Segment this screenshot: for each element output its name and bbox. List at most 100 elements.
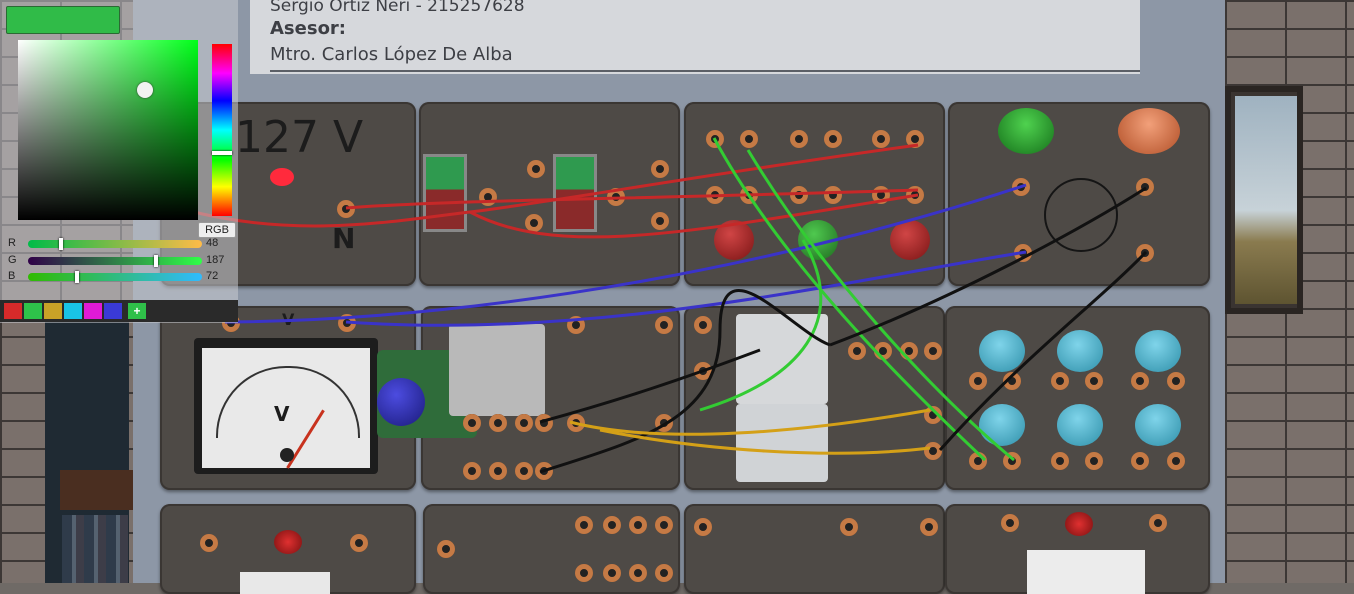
hue-slider[interactable] bbox=[212, 44, 232, 216]
terminal[interactable] bbox=[924, 442, 942, 460]
terminal[interactable] bbox=[651, 212, 669, 230]
terminal[interactable] bbox=[740, 186, 758, 204]
terminal[interactable] bbox=[1003, 372, 1021, 390]
terminal[interactable] bbox=[603, 564, 621, 582]
terminal[interactable] bbox=[924, 406, 942, 424]
cyan-selector[interactable] bbox=[979, 404, 1025, 446]
neutral-terminal[interactable] bbox=[337, 200, 355, 218]
terminal[interactable] bbox=[1003, 452, 1021, 470]
terminal[interactable] bbox=[1085, 372, 1103, 390]
terminal[interactable] bbox=[655, 414, 673, 432]
cyan-selector[interactable] bbox=[979, 330, 1025, 372]
terminal[interactable] bbox=[1136, 178, 1154, 196]
red-pushbutton[interactable] bbox=[714, 220, 754, 260]
terminal[interactable] bbox=[463, 462, 481, 480]
terminal[interactable] bbox=[872, 130, 890, 148]
terminal[interactable] bbox=[900, 342, 918, 360]
red-pushbutton[interactable] bbox=[890, 220, 930, 260]
terminal[interactable] bbox=[824, 130, 842, 148]
selector-switches-module[interactable] bbox=[945, 306, 1210, 490]
terminal[interactable] bbox=[607, 188, 625, 206]
relay-module-3[interactable] bbox=[684, 504, 945, 594]
terminal[interactable] bbox=[824, 186, 842, 204]
red-reset-button[interactable] bbox=[274, 530, 302, 554]
terminal[interactable] bbox=[1014, 244, 1032, 262]
terminal[interactable] bbox=[489, 462, 507, 480]
contactor-module-3[interactable] bbox=[423, 504, 680, 594]
terminal[interactable] bbox=[848, 342, 866, 360]
terminal[interactable] bbox=[706, 130, 724, 148]
color-mode-button[interactable]: RGB bbox=[198, 222, 236, 238]
start-stop-button-1[interactable] bbox=[423, 154, 467, 232]
terminal[interactable] bbox=[1085, 452, 1103, 470]
palette-swatch[interactable] bbox=[44, 303, 62, 319]
pilot-lights-module[interactable] bbox=[948, 102, 1210, 286]
terminal[interactable] bbox=[603, 516, 621, 534]
current-color-swatch[interactable] bbox=[6, 6, 120, 34]
hue-slider-handle[interactable] bbox=[212, 151, 232, 155]
terminal[interactable] bbox=[969, 452, 987, 470]
blue-channel-slider[interactable] bbox=[28, 273, 202, 281]
red-reset-button[interactable] bbox=[1065, 512, 1093, 536]
add-color-button[interactable]: + bbox=[128, 303, 146, 319]
terminal[interactable] bbox=[655, 516, 673, 534]
terminal[interactable] bbox=[969, 372, 987, 390]
terminal[interactable] bbox=[790, 186, 808, 204]
terminal[interactable] bbox=[515, 462, 533, 480]
terminal[interactable] bbox=[1051, 452, 1069, 470]
terminal[interactable] bbox=[525, 214, 543, 232]
terminal[interactable] bbox=[575, 564, 593, 582]
terminal[interactable] bbox=[629, 516, 647, 534]
palette-swatch[interactable] bbox=[64, 303, 82, 319]
terminal[interactable] bbox=[535, 414, 553, 432]
terminal[interactable] bbox=[1167, 372, 1185, 390]
terminal[interactable] bbox=[651, 160, 669, 178]
palette-swatch[interactable] bbox=[84, 303, 102, 319]
terminal[interactable] bbox=[437, 540, 455, 558]
saturation-value-handle[interactable] bbox=[137, 82, 153, 98]
terminal[interactable] bbox=[872, 186, 890, 204]
saturation-value-field[interactable] bbox=[18, 40, 198, 220]
motor-starter-module[interactable] bbox=[377, 306, 680, 490]
terminal[interactable] bbox=[350, 534, 368, 552]
cyan-selector[interactable] bbox=[1135, 404, 1181, 446]
terminal[interactable] bbox=[515, 414, 533, 432]
green-pushbutton[interactable] bbox=[798, 220, 838, 260]
terminal[interactable] bbox=[920, 518, 938, 536]
overload-module[interactable] bbox=[945, 504, 1210, 594]
terminal[interactable] bbox=[575, 516, 593, 534]
terminal[interactable] bbox=[1131, 452, 1149, 470]
terminal[interactable] bbox=[200, 534, 218, 552]
terminal[interactable] bbox=[655, 564, 673, 582]
palette-swatch[interactable] bbox=[24, 303, 42, 319]
cyan-selector[interactable] bbox=[1057, 404, 1103, 446]
cyan-selector[interactable] bbox=[1135, 330, 1181, 372]
red-channel-slider[interactable] bbox=[28, 240, 202, 248]
terminal[interactable] bbox=[694, 316, 712, 334]
terminal[interactable] bbox=[1012, 178, 1030, 196]
palette-swatch[interactable] bbox=[4, 303, 22, 319]
red-channel-handle[interactable] bbox=[58, 238, 63, 250]
terminal[interactable] bbox=[527, 160, 545, 178]
terminal[interactable] bbox=[906, 186, 924, 204]
palette-swatch[interactable] bbox=[104, 303, 122, 319]
terminal[interactable] bbox=[1167, 452, 1185, 470]
terminal[interactable] bbox=[567, 414, 585, 432]
terminal[interactable] bbox=[1131, 372, 1149, 390]
terminal[interactable] bbox=[463, 414, 481, 432]
terminal[interactable] bbox=[567, 316, 585, 334]
terminal[interactable] bbox=[1149, 514, 1167, 532]
terminal[interactable] bbox=[706, 186, 724, 204]
terminal[interactable] bbox=[874, 342, 892, 360]
green-channel-handle[interactable] bbox=[153, 255, 158, 267]
terminal[interactable] bbox=[906, 130, 924, 148]
pushbutton-module[interactable] bbox=[419, 102, 680, 286]
terminal[interactable] bbox=[924, 342, 942, 360]
terminal[interactable] bbox=[629, 564, 647, 582]
terminal[interactable] bbox=[790, 130, 808, 148]
terminal[interactable] bbox=[535, 462, 553, 480]
terminal[interactable] bbox=[1051, 372, 1069, 390]
contacts-module[interactable] bbox=[684, 102, 945, 286]
terminal[interactable] bbox=[1136, 244, 1154, 262]
terminal[interactable] bbox=[338, 314, 356, 332]
